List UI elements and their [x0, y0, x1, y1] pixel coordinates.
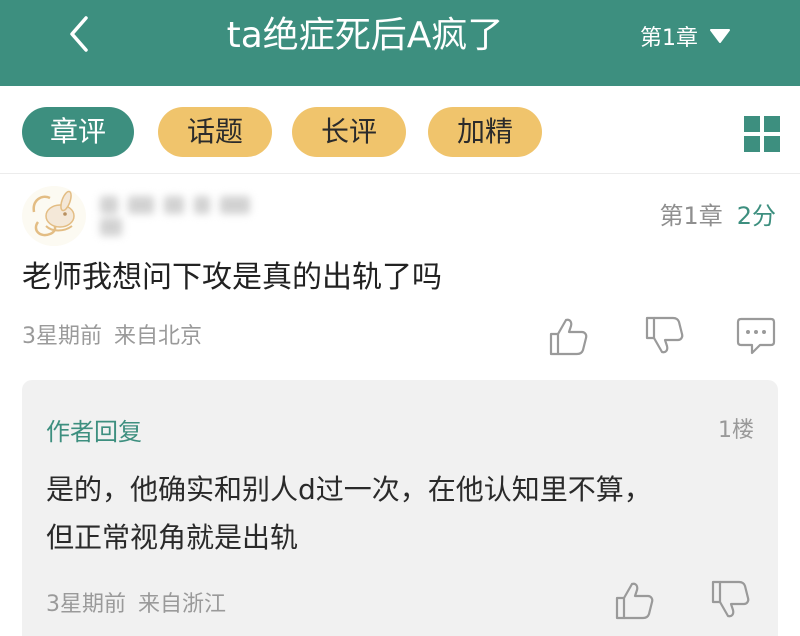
reply-footer: 3星期前 来自浙江	[46, 586, 226, 618]
reply-text-line-2: 但正常视角就是出轨	[46, 521, 299, 554]
caret-down-icon	[710, 29, 730, 43]
tab-topics[interactable]: 话题	[158, 107, 272, 157]
comment-footer: 3星期前 来自北京	[22, 318, 202, 350]
rabbit-avatar-icon	[24, 186, 84, 246]
reply-text-line-1: 是的，他确实和别人d过一次，在他认知里不算，	[46, 473, 652, 506]
comment-card: 第1章 2分 老师我想问下攻是真的出轨了吗 3星期前 来自北京	[0, 174, 800, 374]
tab-long-reviews[interactable]: 长评	[292, 107, 406, 157]
comment-text: 老师我想问下攻是真的出轨了吗	[22, 260, 442, 295]
thumbs-up-icon[interactable]	[546, 314, 590, 358]
chapter-dropdown-label: 第1章	[640, 26, 698, 51]
username-blurred	[100, 196, 290, 236]
reply-author-label: 作者回复	[46, 418, 142, 446]
reply-thumbs-down-icon[interactable]	[708, 578, 752, 622]
comment-chapter: 第1章	[659, 202, 723, 230]
thumbs-down-icon[interactable]	[642, 314, 686, 358]
reply-thumbs-up-icon[interactable]	[612, 578, 656, 622]
comment-location: 来自北京	[114, 324, 203, 349]
tab-chapter-comments[interactable]: 章评	[22, 107, 134, 157]
reply-location: 来自浙江	[138, 592, 227, 617]
back-button[interactable]	[60, 12, 100, 56]
reply-floor: 1楼	[718, 418, 754, 443]
avatar[interactable]	[22, 186, 86, 246]
comment-score: 2分	[736, 202, 776, 230]
chevron-left-icon	[70, 16, 88, 52]
top-bar: ta绝症死后A疯了 第1章	[0, 0, 800, 86]
tab-featured[interactable]: 加精	[428, 107, 542, 157]
page-title: ta绝症死后A疯了	[226, 15, 504, 56]
author-reply: 作者回复 1楼 是的，他确实和别人d过一次，在他认知里不算， 但正常视角就是出轨…	[22, 380, 778, 636]
chapter-dropdown[interactable]: 第1章	[640, 18, 730, 54]
filter-bar: 章评 话题 长评 加精	[0, 86, 800, 174]
grid-view-icon[interactable]	[744, 116, 780, 152]
comment-icon[interactable]	[734, 314, 778, 358]
comment-time: 3星期前	[22, 324, 102, 349]
reply-text: 是的，他确实和别人d过一次，在他认知里不算， 但正常视角就是出轨	[46, 466, 762, 562]
comment-meta: 第1章 2分	[659, 196, 776, 231]
reply-time: 3星期前	[46, 592, 126, 617]
